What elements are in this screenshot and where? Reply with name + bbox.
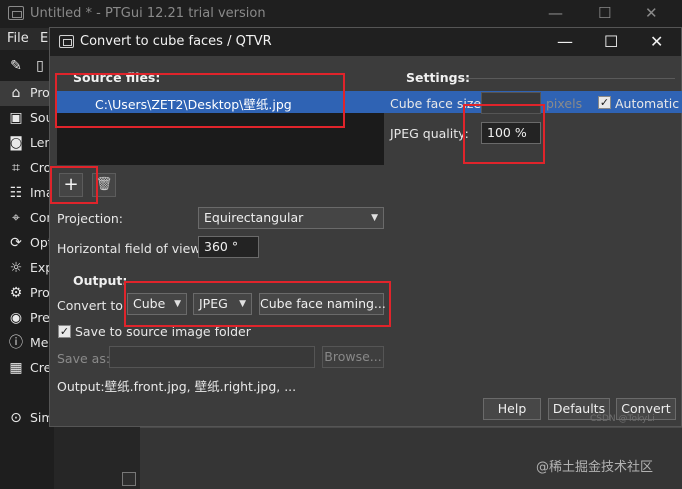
output-summary: Output:壁纸.front.jpg, 壁纸.right.jpg, ... [57, 379, 297, 394]
projection-select[interactable]: Equirectangular ▼ [198, 207, 384, 229]
home-icon: ⌂ [11, 85, 21, 101]
sidebar-item-exp[interactable]: ☼ Exp [0, 256, 54, 281]
sidebar: ✎ ▯ ⌂ Pro ▣ Sou ◙ Len ⌗ Cro ☷ Ima ⌖ Cor ⟳ Opt ☼ Exp ⚙ Pro ◉ P… [0, 50, 54, 489]
camera-icon: ◙ [9, 135, 23, 151]
help-button[interactable]: Help [483, 398, 541, 420]
sidebar-item-document[interactable]: ▯ [24, 54, 50, 79]
sidebar-item-cre[interactable]: ▦ Cre [0, 356, 54, 381]
save-to-source-checkbox[interactable]: ✓ [58, 325, 71, 338]
hfov-input[interactable]: 360 ° [198, 236, 259, 258]
sidebar-item-cor[interactable]: ⌖ Cor [0, 206, 54, 231]
sidebar-item-ima[interactable]: ☷ Ima [0, 181, 54, 206]
chevron-down-icon: ▼ [371, 213, 378, 223]
annotation-box-output [124, 281, 391, 327]
dialog-titlebar: Convert to cube faces / QTVR — ☐ ✕ [50, 28, 681, 56]
gear-icon: ⚙ [9, 285, 23, 301]
csdn-watermark: CSDN @TokyLi [590, 414, 655, 424]
projection-value: Equirectangular [204, 210, 304, 225]
scroll-box[interactable] [122, 472, 136, 486]
convert-to-label: Convert to: [57, 298, 128, 313]
annotation-box-add [50, 166, 98, 204]
browse-button[interactable]: Browse... [322, 346, 384, 368]
automatic-label: Automatic [615, 96, 680, 111]
dialog-icon [59, 35, 74, 48]
grid-icon: ▦ [9, 360, 23, 376]
eye-icon: ◉ [9, 310, 23, 326]
map-pin-icon: ⌖ [12, 210, 20, 226]
convert-dialog: Convert to cube faces / QTVR — ☐ ✕ Sourc… [49, 27, 682, 427]
sidebar-item-opt[interactable]: ⟳ Opt [0, 231, 54, 256]
dialog-minimize-icon[interactable]: — [557, 32, 573, 51]
trash-icon: 🗑 [95, 177, 113, 192]
crop-icon: ⌗ [12, 160, 20, 176]
jpeg-quality-label: JPEG quality: [390, 126, 469, 141]
sliders-icon: ☷ [9, 185, 23, 201]
sidebar-item-pre[interactable]: ◉ Pre [0, 306, 54, 331]
save-as-input[interactable] [109, 346, 315, 368]
projection-label: Projection: [57, 211, 124, 226]
annotation-box-source [55, 73, 345, 128]
main-window-title: Untitled * - PTGui 12.21 trial version [30, 6, 266, 21]
dialog-title: Convert to cube faces / QTVR [80, 34, 272, 49]
edit-icon: ✎ [10, 58, 22, 74]
info-icon: ⓘ [9, 335, 23, 351]
pixels-unit-label: pixels [546, 96, 583, 111]
sidebar-item-len[interactable]: ◙ Len [0, 131, 54, 156]
automatic-checkbox[interactable]: ✓ [598, 96, 611, 109]
sidebar-item-cro[interactable]: ⌗ Cro [0, 156, 54, 181]
document-icon: ▯ [36, 58, 44, 74]
sidebar-item-me[interactable]: ⓘ Me [0, 331, 54, 356]
output-heading: Output: [73, 273, 128, 288]
main-titlebar: Untitled * - PTGui 12.21 trial version —… [0, 0, 682, 28]
sidebar-item-pro[interactable]: ⌂ Pro [0, 81, 54, 106]
refresh-icon: ⟳ [10, 235, 22, 251]
settings-divider [465, 78, 675, 79]
annotation-box-quality [463, 104, 545, 164]
sidebar-item-sim[interactable]: ⊙ Sim [0, 406, 54, 431]
image-icon: ▣ [9, 110, 23, 126]
dialog-close-icon[interactable]: ✕ [650, 32, 663, 51]
sidebar-item-edit[interactable]: ✎ [0, 54, 26, 79]
minimize-icon[interactable]: — [548, 4, 563, 22]
sidebar-item-pro[interactable]: ⚙ Pro [0, 281, 54, 306]
dialog-maximize-icon[interactable]: ☐ [604, 32, 618, 51]
app-icon [8, 6, 24, 20]
sun-icon: ☼ [9, 260, 23, 276]
hfov-label: Horizontal field of view: [57, 241, 205, 256]
close-icon[interactable]: ✕ [645, 4, 658, 22]
maximize-icon[interactable]: ☐ [598, 4, 611, 22]
watermark: @稀土掘金技术社区 [536, 460, 654, 475]
save-as-label: Save as: [57, 351, 111, 366]
menu-file[interactable]: File [7, 31, 29, 46]
sidebar-item-sou[interactable]: ▣ Sou [0, 106, 54, 131]
settings-heading: Settings: [406, 70, 471, 85]
circle-up-icon: ⊙ [10, 410, 22, 426]
menu-edit[interactable]: E [40, 31, 48, 46]
